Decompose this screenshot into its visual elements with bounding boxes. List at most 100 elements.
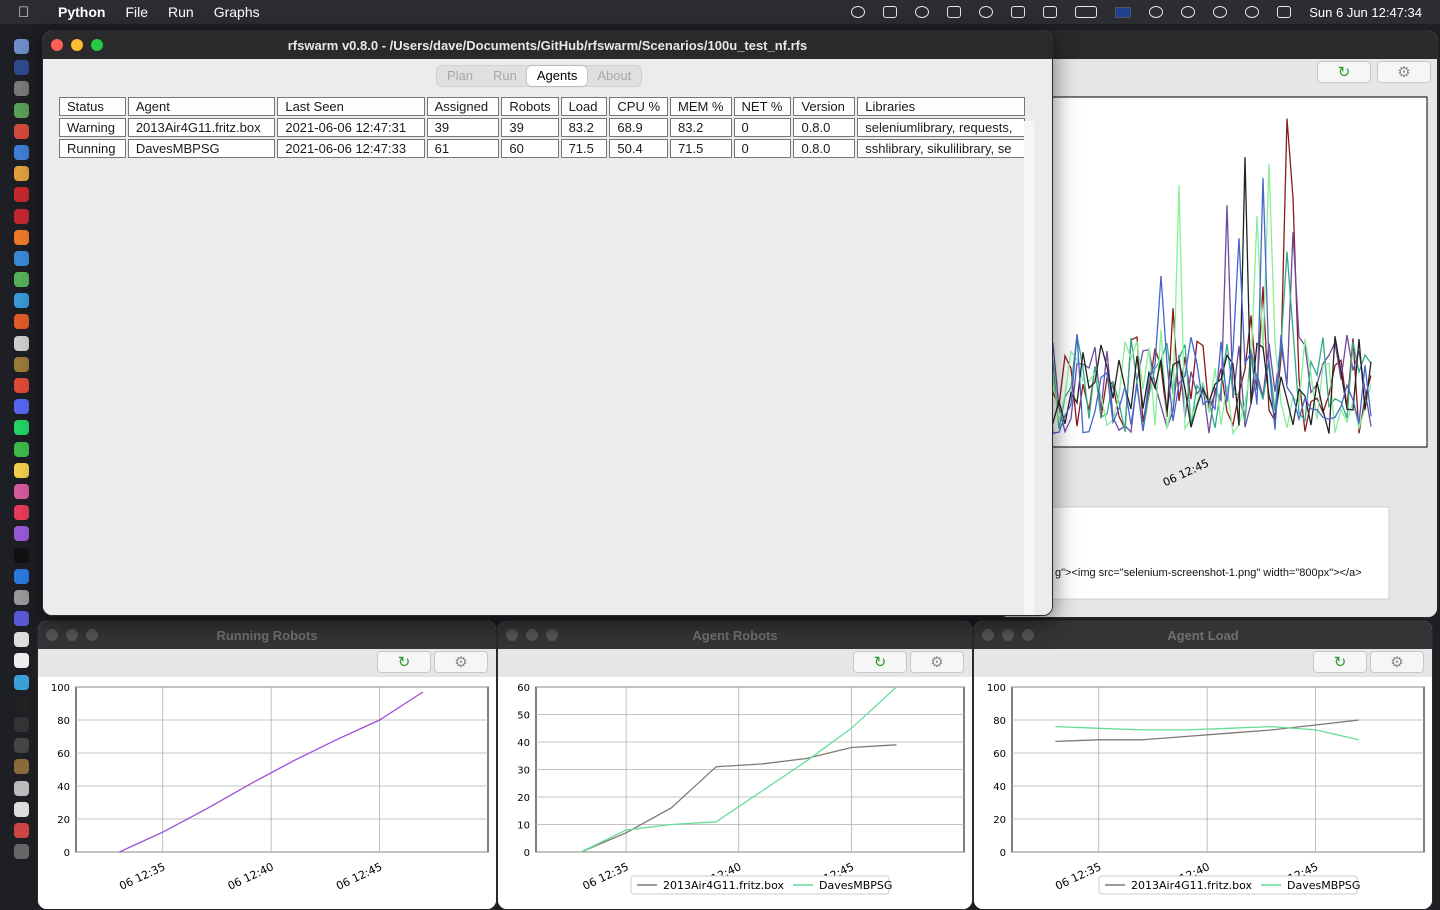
zoom-window-button[interactable] [1022,629,1034,641]
column-header[interactable]: MEM % [670,97,732,116]
dock-app-icon[interactable] [13,653,29,669]
column-header[interactable]: Version [793,97,856,116]
minimize-window-button[interactable] [1002,629,1014,641]
dock-app-icon[interactable] [13,738,29,754]
dock-app-icon[interactable] [13,547,29,563]
status-icon[interactable] [851,6,866,18]
column-header[interactable]: Agent [127,97,276,116]
settings-button[interactable]: ⚙ [434,651,488,673]
close-window-button[interactable] [982,629,994,641]
refresh-button[interactable]: ↻ [1313,651,1367,673]
column-header[interactable]: Status [59,97,126,116]
dock-app-icon[interactable] [13,144,29,160]
dock-app-icon[interactable] [13,166,29,182]
tab-run[interactable]: Run [483,66,527,86]
table-row[interactable]: Running DavesMBPSG 2021-06-06 12:47:33 6… [59,139,1025,158]
dock-app-icon[interactable] [13,568,29,584]
table-cell[interactable]: DavesMBPSG [127,139,276,158]
dock-app-icon[interactable] [13,208,29,224]
close-window-button[interactable] [46,629,58,641]
cloud-upload-icon[interactable] [947,6,962,18]
vpn-icon[interactable] [979,6,994,18]
dock-app-icon[interactable] [13,335,29,351]
window-titlebar[interactable] [999,31,1437,59]
table-cell[interactable]: 83.2 [560,118,608,137]
dock-app-icon[interactable] [13,399,29,415]
table-cell[interactable]: 2021-06-06 12:47:33 [277,139,425,158]
dock-app-icon[interactable] [13,611,29,627]
zoom-window-button[interactable] [91,39,103,51]
dock-app-icon[interactable] [13,780,29,796]
dock-app-icon[interactable] [13,462,29,478]
table-cell[interactable]: 0 [733,118,792,137]
dock-app-icon[interactable] [13,526,29,542]
dock-app-icon[interactable] [13,123,29,139]
dock-app-icon[interactable] [13,378,29,393]
dock-app-icon[interactable] [13,314,29,330]
dock-app-icon[interactable] [13,229,29,245]
dock-app-icon[interactable] [13,717,29,732]
refresh-button[interactable]: ↻ [377,651,431,673]
dock-app-icon[interactable] [13,60,29,76]
dock-app-icon[interactable] [13,81,29,97]
table-cell[interactable]: 71.5 [670,139,732,158]
table-cell[interactable]: 39 [426,118,500,137]
dock-app-icon[interactable] [13,483,29,499]
dock-app-icon[interactable] [13,632,29,648]
column-header[interactable]: Assigned [426,97,500,116]
menu-graphs[interactable]: Graphs [214,4,260,20]
window-titlebar[interactable]: Agent Load [974,621,1432,649]
table-cell[interactable]: Running [59,139,126,158]
dock-app-icon[interactable] [13,674,29,690]
column-header[interactable]: CPU % [609,97,669,116]
menu-app-python[interactable]: Python [58,4,105,20]
bluetooth-icon[interactable] [1043,6,1058,18]
table-cell[interactable]: 61 [426,139,500,158]
tab-about[interactable]: About [587,66,641,86]
table-cell[interactable]: 83.2 [670,118,732,137]
column-header[interactable]: NET % [733,97,792,116]
table-cell[interactable]: 68.9 [609,118,669,137]
battery-icon[interactable] [1075,6,1098,18]
table-cell[interactable]: 0.8.0 [793,118,856,137]
column-header[interactable]: Last Seen [277,97,425,116]
table-cell[interactable]: seleniumlibrary, requests, [857,118,1025,137]
time-machine-icon[interactable] [1213,6,1228,18]
dock-app-icon[interactable] [13,420,29,436]
minimize-window-button[interactable] [526,629,538,641]
dropbox-icon[interactable] [883,6,898,18]
table-cell[interactable]: 50.4 [609,139,669,158]
wifi-icon[interactable] [1149,6,1164,18]
zoom-window-button[interactable] [86,629,98,641]
dock-app-icon[interactable] [13,102,29,118]
column-header[interactable]: Robots [501,97,559,116]
spotlight-search-icon[interactable] [1245,6,1260,18]
input-source-flag-icon[interactable] [1115,6,1132,18]
user-icon[interactable] [1181,6,1196,18]
dock-app-icon[interactable] [13,293,29,309]
window-titlebar[interactable]: Running Robots [38,621,496,649]
minimize-window-button[interactable] [71,39,83,51]
column-header[interactable]: Load [560,97,608,116]
table-row[interactable]: Warning 2013Air4G11.fritz.box 2021-06-06… [59,118,1025,137]
table-cell[interactable]: 60 [501,139,559,158]
table-cell[interactable]: 0.8.0 [793,139,856,158]
dock-app-icon[interactable] [13,356,29,372]
table-cell[interactable]: 2021-06-06 12:47:31 [277,118,425,137]
dock-app-icon[interactable] [13,272,29,288]
zoom-window-button[interactable] [546,629,558,641]
apple-icon[interactable]:  [18,4,42,21]
table-cell[interactable]: 2013Air4G11.fritz.box [127,118,276,137]
table-cell[interactable]: sshlibrary, sikulilibrary, se [857,139,1025,158]
dock-app-icon[interactable] [13,589,29,605]
refresh-button[interactable]: ↻ [853,651,907,673]
dock-app-icon[interactable] [13,822,29,838]
vertical-scrollbar[interactable] [1024,121,1034,615]
dock-app-icon[interactable] [13,505,29,521]
close-window-button[interactable] [506,629,518,641]
dock-app-icon[interactable] [13,39,29,54]
dock-app-icon[interactable] [13,759,29,775]
tab-plan[interactable]: Plan [437,66,483,86]
window-titlebar[interactable]: rfswarm v0.8.0 - /Users/dave/Documents/G… [43,31,1052,59]
settings-button[interactable]: ⚙ [1370,651,1424,673]
